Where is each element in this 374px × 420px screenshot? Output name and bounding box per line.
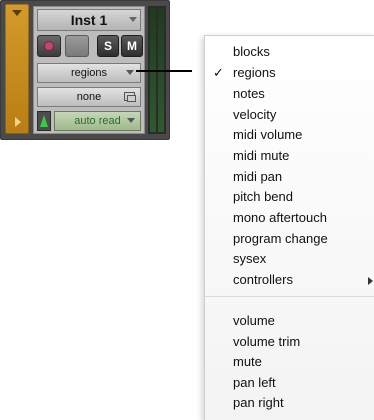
menu-item-label: pitch bend xyxy=(233,189,293,204)
menu-item-label: regions xyxy=(233,65,276,80)
menu-item-sysex[interactable]: sysex xyxy=(205,249,374,269)
menu-item-midi-volume[interactable]: midi volume xyxy=(205,125,374,145)
menu-item-volume[interactable]: volume xyxy=(205,311,374,331)
menu-item-label: volume xyxy=(233,313,275,328)
checkmark-icon: ✓ xyxy=(213,65,224,80)
chevron-down-icon xyxy=(127,118,135,123)
automation-row: auto read xyxy=(37,111,141,131)
menu-item-label: velocity xyxy=(233,107,277,122)
track-color-strip[interactable] xyxy=(5,4,29,134)
playlist-selector[interactable]: none xyxy=(37,87,141,107)
menu-item-notes[interactable]: notes xyxy=(205,84,374,104)
input-monitor-button[interactable] xyxy=(65,35,89,57)
menu-item-label: mono aftertouch xyxy=(233,210,327,225)
mute-button[interactable]: M xyxy=(121,35,143,57)
track-view-label: regions xyxy=(70,67,108,79)
menu-item-label: notes xyxy=(233,86,265,101)
solo-button[interactable]: S xyxy=(97,35,119,57)
callout-line xyxy=(136,70,192,72)
track-view-popup-menu: blocks ✓ regions notes velocity midi vol… xyxy=(204,35,374,420)
track-name-field[interactable]: Inst 1 xyxy=(37,9,141,31)
record-enable-button[interactable] xyxy=(37,35,61,57)
menu-item-mono-aftertouch[interactable]: mono aftertouch xyxy=(205,208,374,228)
automation-mode-selector[interactable]: auto read xyxy=(54,111,141,131)
menu-item-label: midi pan xyxy=(233,169,283,184)
menu-item-label: mute xyxy=(233,354,262,369)
chevron-down-icon xyxy=(126,70,134,75)
menu-item-label: pan right xyxy=(233,395,284,410)
track-button-row: S M xyxy=(37,35,143,57)
menu-item-label: midi volume xyxy=(233,127,303,142)
menu-item-regions[interactable]: ✓ regions xyxy=(205,63,374,83)
menu-separator xyxy=(205,296,374,297)
menu-item-program-change[interactable]: program change xyxy=(205,229,374,249)
metronome-icon[interactable] xyxy=(37,111,51,131)
track-controls: Inst 1 S M regions none auto read xyxy=(33,6,145,134)
expand-lanes-arrow-icon[interactable] xyxy=(15,117,21,127)
track-name-label: Inst 1 xyxy=(70,12,108,28)
playlist-label: none xyxy=(76,91,102,103)
menu-item-pan-right[interactable]: pan right xyxy=(205,393,374,413)
menu-item-label: midi mute xyxy=(233,148,290,163)
menu-item-label: volume trim xyxy=(233,334,301,349)
menu-item-label: sysex xyxy=(233,251,267,266)
menu-item-blocks[interactable]: blocks xyxy=(205,42,374,62)
record-icon xyxy=(44,41,54,51)
track-options-arrow-icon[interactable] xyxy=(12,10,22,16)
menu-item-midi-pan[interactable]: midi pan xyxy=(205,167,374,187)
menu-item-pan-left[interactable]: pan left xyxy=(205,373,374,393)
automation-mode-label: auto read xyxy=(74,115,121,127)
menu-item-velocity[interactable]: velocity xyxy=(205,105,374,125)
menu-item-label: blocks xyxy=(233,44,270,59)
menu-item-label: program change xyxy=(233,231,328,246)
menu-item-pitch-bend[interactable]: pitch bend xyxy=(205,187,374,207)
menu-item-label: controllers xyxy=(233,272,293,287)
track-view-selector[interactable]: regions xyxy=(37,63,141,83)
playlist-icon[interactable] xyxy=(124,92,136,102)
track-name-arrow-icon[interactable] xyxy=(129,17,137,22)
submenu-arrow-icon xyxy=(368,277,373,285)
menu-item-label: pan left xyxy=(233,375,276,390)
menu-item-midi-mute[interactable]: midi mute xyxy=(205,146,374,166)
menu-item-mute[interactable]: mute xyxy=(205,352,374,372)
menu-item-volume-trim[interactable]: volume trim xyxy=(205,332,374,352)
menu-item-controllers[interactable]: controllers xyxy=(205,270,374,290)
